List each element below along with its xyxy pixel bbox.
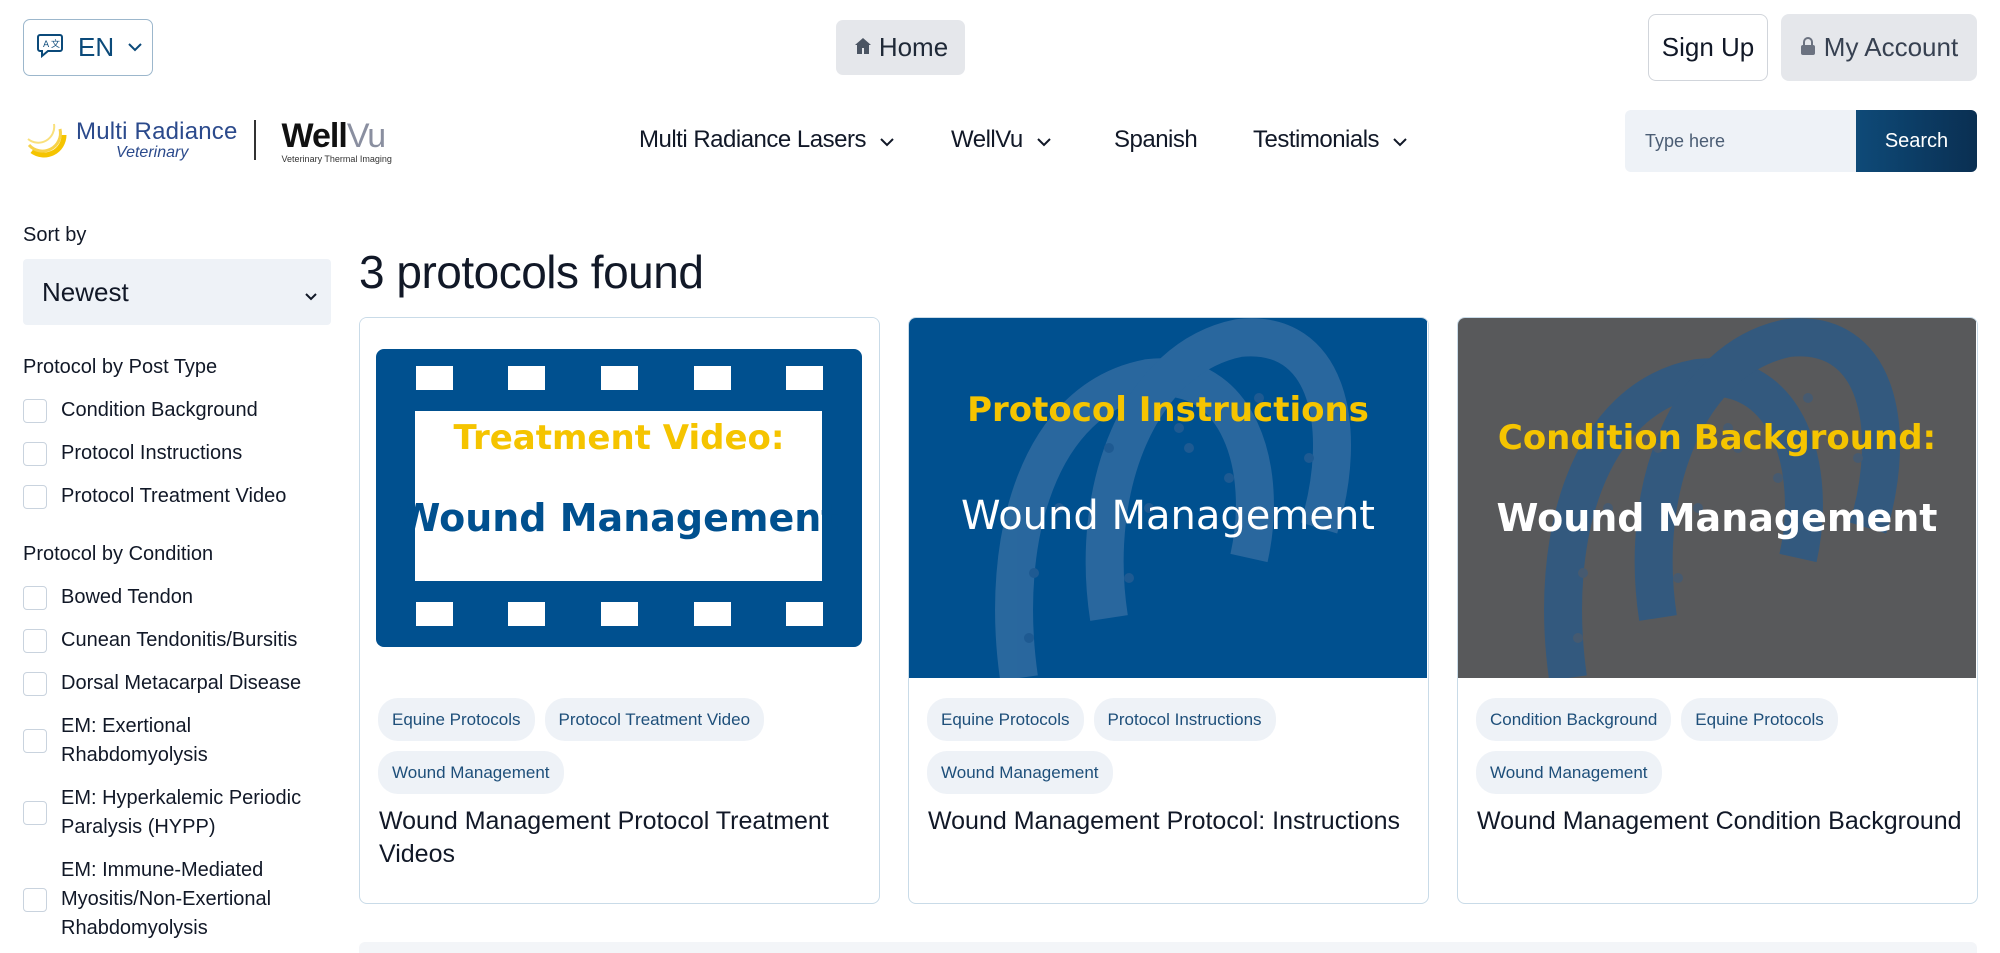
search-bar: Search xyxy=(1625,110,1977,172)
tag[interactable]: Protocol Treatment Video xyxy=(544,698,765,741)
home-icon xyxy=(853,32,879,63)
condition-title: Protocol by Condition xyxy=(23,543,214,565)
checkbox[interactable] xyxy=(23,729,47,753)
svg-text:A: A xyxy=(43,40,50,50)
filter-em-hypp[interactable]: EM: Hyperkalemic Periodic Paralysis (HYP… xyxy=(23,784,323,842)
home-label: Home xyxy=(878,32,949,62)
chevron-down-icon xyxy=(305,277,317,308)
results-count-title: 3 protocols found xyxy=(359,246,704,298)
card-title[interactable]: Wound Management Protocol: Instructions xyxy=(928,805,1418,838)
checkbox[interactable] xyxy=(23,801,47,825)
translate-icon: A文 xyxy=(36,32,64,63)
card-thumbnail: Condition Background: Wound Management xyxy=(1458,318,1976,678)
my-account-label: My Account xyxy=(1823,32,1959,62)
checkbox[interactable] xyxy=(23,628,47,653)
nav-multi-radiance-lasers[interactable]: Multi Radiance Lasers xyxy=(639,126,894,154)
language-code: EN xyxy=(78,32,115,62)
next-row-card-edge xyxy=(359,942,1977,953)
sort-value: Newest xyxy=(42,276,129,307)
filter-protocol-instructions[interactable]: Protocol Instructions xyxy=(23,439,242,468)
card-title[interactable]: Wound Management Condition Background xyxy=(1477,805,1967,838)
card-tags: Condition Background Equine Protocols Wo… xyxy=(1476,698,1966,794)
checkbox[interactable] xyxy=(23,585,47,610)
language-selector[interactable]: A文 EN xyxy=(23,19,153,76)
tag[interactable]: Wound Management xyxy=(927,751,1113,794)
site-logo[interactable]: Multi Radiance Veterinary WellVu Veterin… xyxy=(24,110,424,170)
lock-icon xyxy=(1800,32,1824,63)
checkbox[interactable] xyxy=(23,441,47,466)
wellvu-wordmark: WellVu Veterinary Thermal Imaging xyxy=(281,116,392,164)
nav-wellvu[interactable]: WellVu xyxy=(951,126,1051,154)
tag[interactable]: Wound Management xyxy=(378,751,564,794)
nav-testimonials[interactable]: Testimonials xyxy=(1253,126,1407,154)
card-thumbnail: Protocol Instructions Wound Management xyxy=(909,318,1427,678)
filter-protocol-treatment-video[interactable]: Protocol Treatment Video xyxy=(23,482,286,511)
filter-cunean-tendonitis[interactable]: Cunean Tendonitis/Bursitis xyxy=(23,626,297,655)
svg-text:文: 文 xyxy=(51,38,60,50)
protocol-card[interactable]: Condition Background: Wound Management C… xyxy=(1457,317,1978,904)
protocol-card[interactable]: Treatment Video: Wound Management Equine… xyxy=(359,317,880,904)
sort-select[interactable]: Newest xyxy=(23,259,331,325)
nav-spanish[interactable]: Spanish xyxy=(1114,126,1198,154)
multi-radiance-wordmark: Multi Radiance Veterinary xyxy=(76,118,238,161)
tag[interactable]: Equine Protocols xyxy=(1681,698,1838,741)
sun-logo-icon xyxy=(24,115,70,166)
chevron-down-icon xyxy=(1379,126,1407,154)
checkbox[interactable] xyxy=(23,671,47,696)
filter-em-exertional[interactable]: EM: Exertional Rhabdomyolysis xyxy=(23,712,283,770)
tag[interactable]: Equine Protocols xyxy=(378,698,535,741)
home-button[interactable]: Home xyxy=(836,20,965,75)
card-title[interactable]: Wound Management Protocol Treatment Vide… xyxy=(379,805,869,871)
sort-label: Sort by xyxy=(23,224,87,246)
chevron-down-icon xyxy=(1023,126,1051,154)
card-tags: Equine Protocols Protocol Instructions W… xyxy=(927,698,1417,794)
filter-condition-background[interactable]: Condition Background xyxy=(23,396,258,425)
logo-divider xyxy=(253,120,256,160)
post-type-title: Protocol by Post Type xyxy=(23,356,218,378)
search-button[interactable]: Search xyxy=(1856,110,1977,172)
chevron-down-icon xyxy=(866,126,894,154)
filter-bowed-tendon[interactable]: Bowed Tendon xyxy=(23,583,193,612)
checkbox[interactable] xyxy=(23,398,47,423)
protocol-card[interactable]: Protocol Instructions Wound Management E… xyxy=(908,317,1429,904)
filter-dorsal-metacarpal[interactable]: Dorsal Metacarpal Disease xyxy=(23,669,301,698)
tag[interactable]: Condition Background xyxy=(1476,698,1672,741)
my-account-button[interactable]: My Account xyxy=(1781,14,1977,81)
checkbox[interactable] xyxy=(23,484,47,509)
tag[interactable]: Wound Management xyxy=(1476,751,1662,794)
filter-em-immune-mediated[interactable]: EM: Immune-Mediated Myositis/Non-Exertio… xyxy=(23,856,323,943)
search-input[interactable] xyxy=(1625,110,1856,172)
sign-up-button[interactable]: Sign Up xyxy=(1648,14,1768,81)
checkbox[interactable] xyxy=(23,887,47,912)
tag[interactable]: Protocol Instructions xyxy=(1093,698,1276,741)
card-tags: Equine Protocols Protocol Treatment Vide… xyxy=(378,698,868,794)
chevron-down-icon xyxy=(128,39,142,57)
tag[interactable]: Equine Protocols xyxy=(927,698,1084,741)
card-thumbnail: Treatment Video: Wound Management xyxy=(360,318,878,678)
